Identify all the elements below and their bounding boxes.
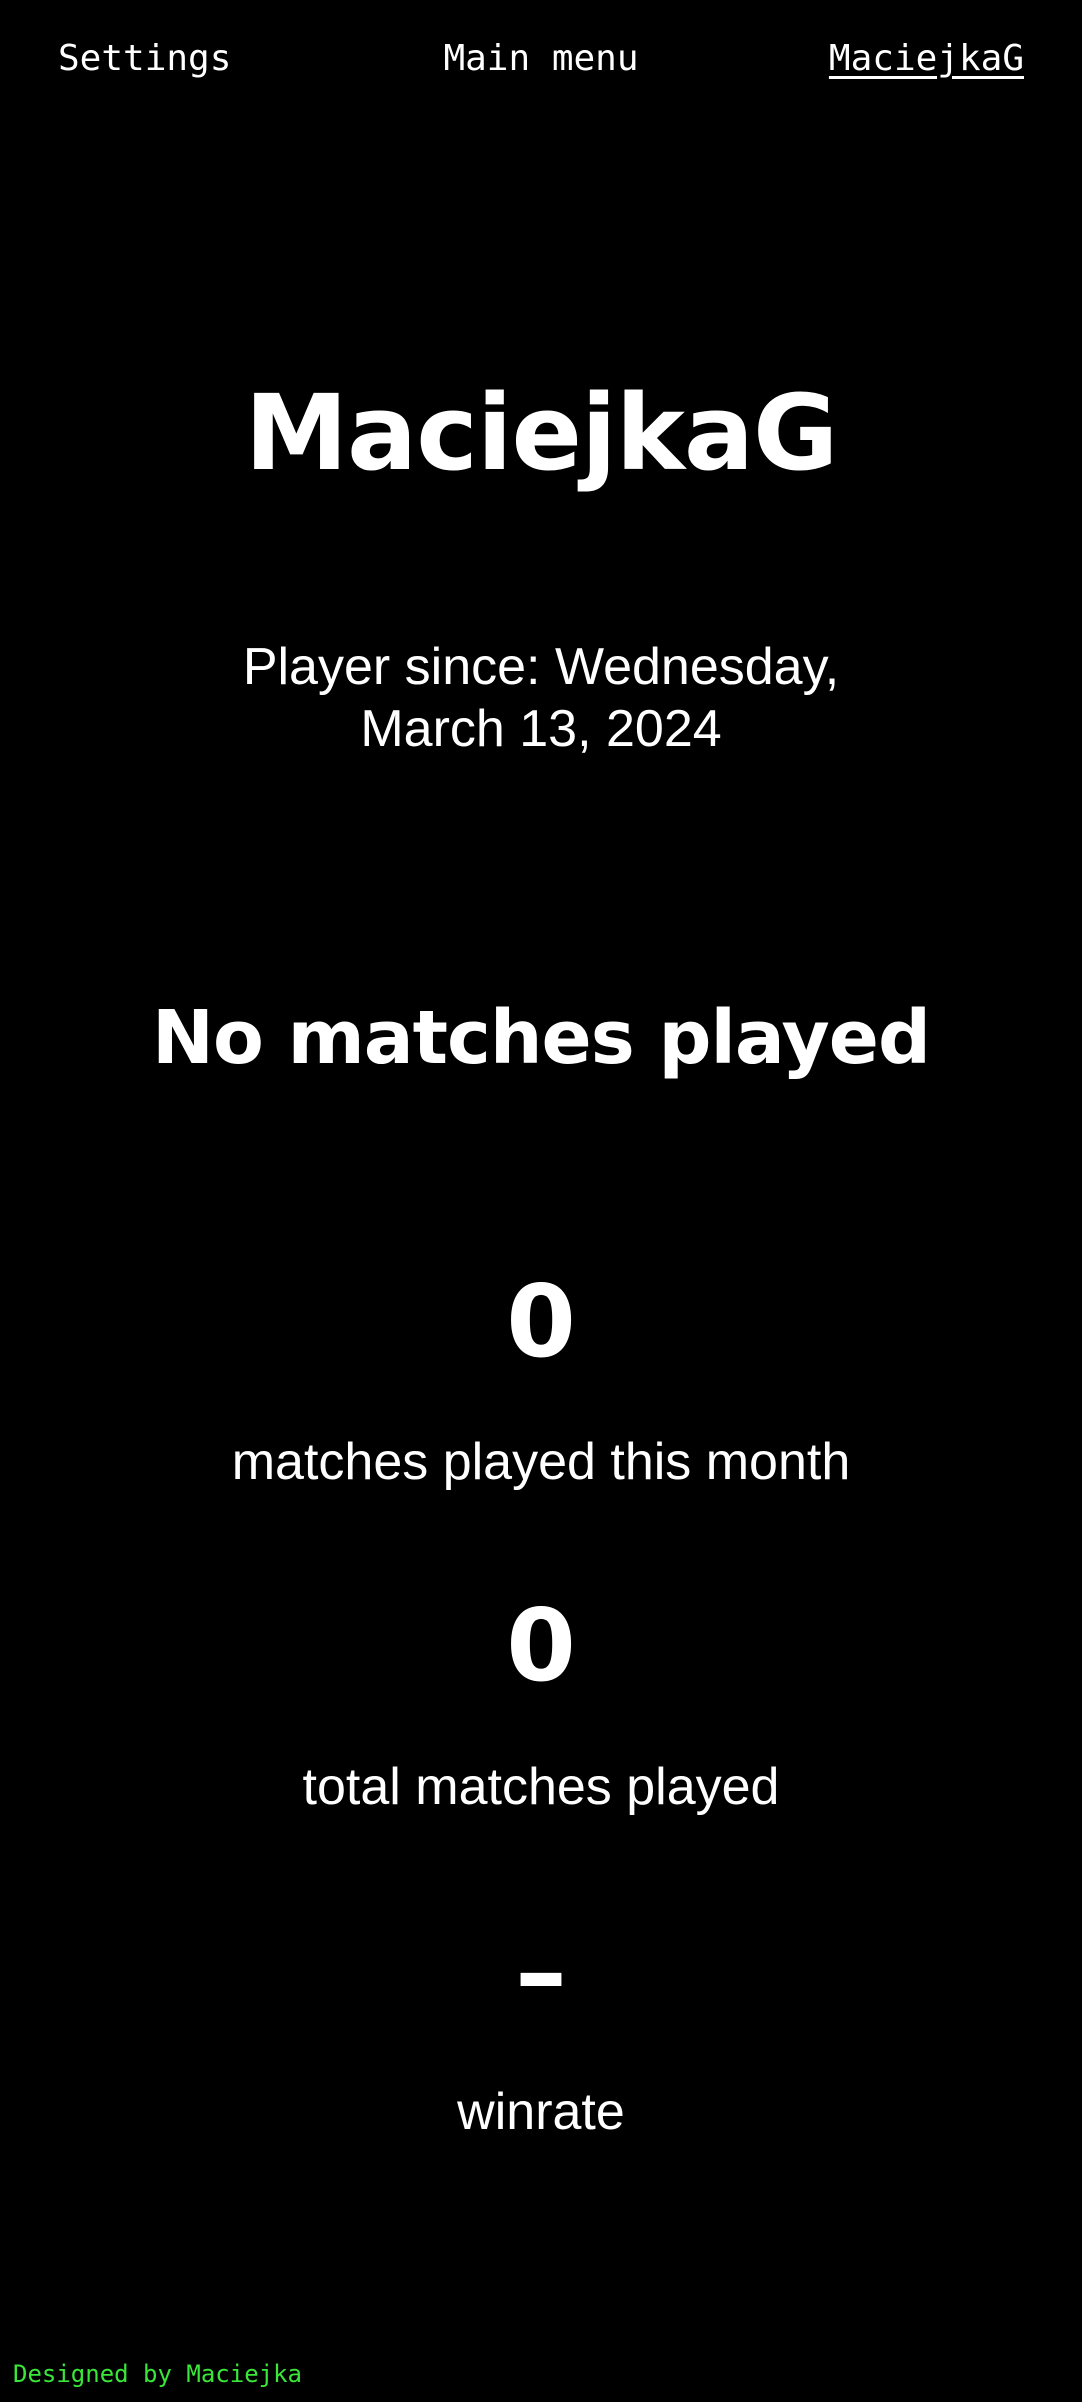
player-since-text: Player since: Wednesday, March 13, 2024: [242, 638, 840, 758]
settings-link[interactable]: Settings: [58, 38, 231, 79]
user-profile-link[interactable]: MaciejkaG: [829, 38, 1024, 79]
winrate-value: –: [515, 1911, 567, 2033]
matches-this-month-label: matches played this month: [231, 1433, 851, 1491]
winrate-label: winrate: [457, 2083, 625, 2141]
total-matches-value: 0: [506, 1587, 576, 1704]
total-matches-label: total matches played: [302, 1758, 780, 1816]
profile-username: MaciejkaG: [244, 372, 839, 494]
no-matches-heading: No matches played: [152, 995, 931, 1081]
designer-credit: Designed by Maciejka: [13, 2360, 302, 2388]
matches-this-month-value: 0: [506, 1263, 576, 1380]
top-navigation: Main menu Settings MaciejkaG: [0, 0, 1082, 130]
